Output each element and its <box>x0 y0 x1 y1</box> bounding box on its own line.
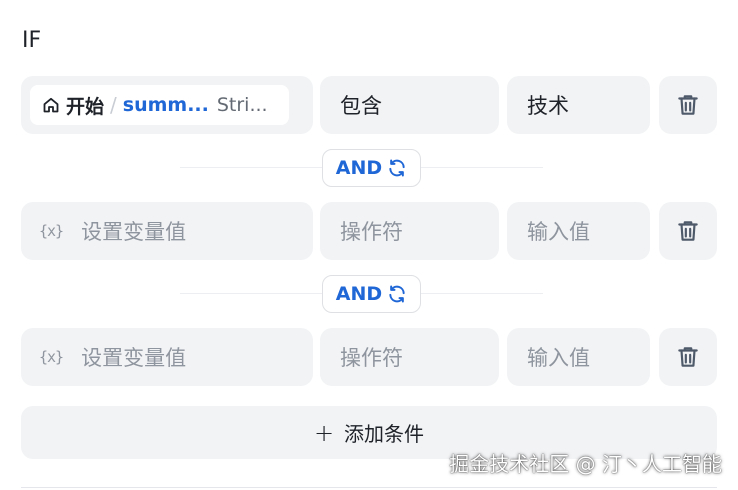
value-placeholder: 输入值 <box>527 346 590 370</box>
variable-name: summ... <box>122 94 209 116</box>
bottom-divider <box>21 487 717 488</box>
value-text: 技术 <box>527 94 569 118</box>
add-condition-label: 添加条件 <box>344 422 425 446</box>
value-placeholder: 输入值 <box>527 220 590 244</box>
variable-icon: {x} <box>39 348 64 366</box>
value-input[interactable]: 输入值 <box>507 202 650 260</box>
variable-placeholder: 设置变量值 <box>81 220 187 244</box>
delete-condition-button[interactable] <box>659 202 717 260</box>
variable-tag[interactable]: 开始 / summ... Stri... <box>30 85 289 125</box>
variable-selector[interactable]: {x} 设置变量值 <box>21 328 313 386</box>
delete-condition-button[interactable] <box>659 76 717 134</box>
operator-placeholder: 操作符 <box>340 220 403 244</box>
logic-toggle-button[interactable]: AND <box>322 275 421 313</box>
condition-row-1: 开始 / summ... Stri... 包含 技术 <box>21 76 717 134</box>
condition-row-3: {x} 设置变量值 操作符 输入值 <box>21 328 717 386</box>
trash-icon <box>678 221 698 241</box>
condition-row-2: {x} 设置变量值 操作符 输入值 <box>21 202 717 260</box>
divider-right <box>421 293 543 294</box>
home-icon <box>42 96 60 114</box>
operator-select[interactable]: 操作符 <box>320 328 499 386</box>
operator-value: 包含 <box>340 94 382 118</box>
refresh-icon <box>389 159 405 177</box>
variable-node-name: 开始 <box>66 95 105 118</box>
watermark: 掘金技术社区 @ 汀丶人工智能 <box>449 452 722 476</box>
value-input[interactable]: 技术 <box>507 76 650 134</box>
trash-icon <box>678 95 698 115</box>
trash-icon <box>678 347 698 367</box>
refresh-icon <box>389 285 405 303</box>
operator-placeholder: 操作符 <box>340 346 403 370</box>
divider-left <box>180 167 322 168</box>
logic-label: AND <box>335 283 383 305</box>
variable-selector[interactable]: 开始 / summ... Stri... <box>21 76 313 134</box>
if-label: IF <box>22 28 42 53</box>
variable-placeholder: 设置变量值 <box>81 346 187 370</box>
plus-icon: + <box>313 418 335 447</box>
value-input[interactable]: 输入值 <box>507 328 650 386</box>
operator-select[interactable]: 包含 <box>320 76 499 134</box>
path-separator: / <box>110 93 117 117</box>
variable-selector[interactable]: {x} 设置变量值 <box>21 202 313 260</box>
variable-icon: {x} <box>39 222 64 240</box>
variable-type: Stri... <box>216 94 268 116</box>
delete-condition-button[interactable] <box>659 328 717 386</box>
divider-right <box>421 167 543 168</box>
logic-label: AND <box>335 157 383 179</box>
logic-toggle-button[interactable]: AND <box>322 149 421 187</box>
divider-left <box>180 293 322 294</box>
operator-select[interactable]: 操作符 <box>320 202 499 260</box>
